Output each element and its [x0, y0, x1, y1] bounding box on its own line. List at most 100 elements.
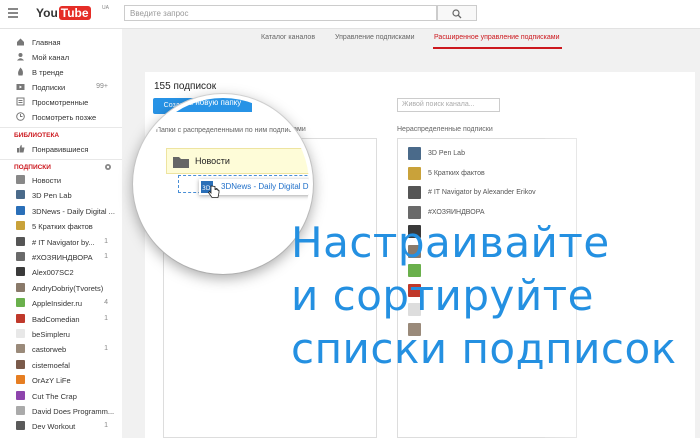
- sidebar-subscription[interactable]: David Does Programm...: [16, 406, 116, 419]
- headline-line-2: и сортируйте: [291, 271, 594, 320]
- sidebar-item-flame[interactable]: В тренде: [16, 67, 116, 80]
- tab-channel-catalog[interactable]: Каталог каналов: [261, 34, 315, 41]
- sidebar-subscription[interactable]: # IT Navigator by... 1: [16, 236, 116, 250]
- channel-avatar: [408, 186, 421, 199]
- sidebar-item-liked[interactable]: Понравившиеся: [16, 144, 116, 157]
- sidebar-item-label: Cut The Crap: [32, 391, 77, 401]
- sidebar-subscription[interactable]: 3DNews - Daily Digital ...: [16, 205, 116, 219]
- sidebar-subscription[interactable]: castorweb 1: [16, 344, 116, 357]
- sidebar-item-person[interactable]: Мой канал: [16, 52, 116, 65]
- sidebar-item-label: 3DNews - Daily Digital ...: [32, 206, 115, 216]
- tab-manage-subscriptions[interactable]: Управление подписками: [335, 34, 415, 41]
- hand-cursor-icon: [207, 185, 220, 198]
- sidebar-item-count: 99+: [96, 83, 108, 90]
- sidebar-item-home[interactable]: Главная: [16, 37, 116, 50]
- sidebar-divider: [0, 159, 122, 160]
- folder-news[interactable]: Новости: [166, 148, 309, 174]
- sidebar-subscription[interactable]: beSimpleru: [16, 329, 116, 342]
- filter-input[interactable]: Живой поиск канала...: [397, 98, 500, 112]
- channel-avatar: [16, 221, 25, 231]
- sidebar-item-count: 1: [104, 237, 108, 245]
- sidebar-item-label: 5 Кратких фактов: [32, 222, 93, 232]
- sidebar-item-label: David Does Programm...: [32, 407, 115, 416]
- channel-avatar: [16, 375, 25, 385]
- sidebar-item-label: #ХОЗЯИНДВОРА: [32, 253, 93, 262]
- sidebar-item-label: Подписки: [32, 83, 66, 92]
- sidebar-item-label: AppleInsider.ru: [32, 299, 83, 309]
- sidebar-divider: [0, 127, 122, 128]
- channel-avatar: [16, 329, 25, 338]
- sidebar-item-label: cistemoefal: [32, 360, 70, 370]
- promo-headline: Настраивайте и сортируйте списки подписо…: [291, 216, 677, 375]
- top-bar: You Tube UA Введите запрос: [0, 0, 700, 29]
- magnifier-lens: Создать новую папку Папки с распределенн…: [133, 94, 313, 274]
- subscription-tabs: Каталог каналов Управление подписками Ра…: [124, 29, 700, 49]
- sidebar-item-label: Новости: [32, 176, 62, 185]
- sidebar-item-label: Dev Workout: [32, 422, 76, 432]
- dragged-subscription-label: 3DNews - Daily Digital Digest: [221, 182, 311, 191]
- sidebar-subscription[interactable]: BadComedian 1: [16, 313, 116, 327]
- sidebar-subscription[interactable]: Alex007SC2: [16, 267, 116, 280]
- unassigned-subscription[interactable]: # IT Navigator by Alexander Erikov: [408, 186, 558, 201]
- sidebar-subscription[interactable]: AndryDobriy(Tvorets): [16, 282, 116, 296]
- person-icon: [17, 53, 24, 61]
- unassigned-subscription[interactable]: 3D Pen Lab: [408, 147, 558, 162]
- sidebar-subscription[interactable]: cistemoefal: [16, 359, 116, 373]
- sidebar-subscription[interactable]: Dev Workout 1: [16, 421, 116, 434]
- sidebar-subscription[interactable]: 5 Кратких фактов: [16, 221, 116, 234]
- sidebar-subscription[interactable]: Новости: [16, 175, 116, 188]
- headline-line-3: списки подписок: [291, 324, 677, 373]
- tab-advanced-management[interactable]: Расширенное управление подписками: [434, 34, 559, 41]
- menu-icon[interactable]: [8, 8, 18, 20]
- sidebar: Главная Мой канал В тренде Подписки 99+ Просм…: [0, 29, 122, 438]
- channel-avatar: [16, 421, 25, 431]
- sidebar-item-count: 1: [104, 253, 108, 260]
- sidebar-item-clock[interactable]: Посмотреть позже: [16, 112, 116, 125]
- channel-avatar: [16, 282, 25, 292]
- sidebar-subscription[interactable]: #ХОЗЯИНДВОРА 1: [16, 252, 116, 265]
- region-label: UA: [102, 5, 109, 11]
- search-icon: [452, 9, 462, 19]
- thumbs-up-icon: [17, 144, 25, 153]
- sidebar-subscription[interactable]: Cut The Crap: [16, 390, 116, 404]
- channel-avatar: [16, 190, 25, 200]
- channel-avatar: [16, 175, 25, 184]
- subscriptions-heading: ПОДПИСКИ: [14, 164, 51, 171]
- unassigned-subscription-label: #ХОЗЯИНДВОРА: [428, 208, 485, 216]
- unassigned-column-title: Нераспределенные подписки: [397, 126, 493, 133]
- sidebar-item-label: Главная: [32, 38, 61, 47]
- sidebar-item-label: Посмотреть позже: [32, 113, 97, 122]
- unassigned-subscription-label: # IT Navigator by Alexander Erikov: [428, 189, 536, 196]
- flame-icon: [18, 67, 23, 76]
- history-icon: [16, 97, 25, 106]
- search-input[interactable]: Введите запрос: [124, 5, 437, 21]
- sidebar-item-count: 4: [104, 299, 108, 307]
- home-icon: [17, 38, 24, 46]
- unassigned-subscription-label: 3D Pen Lab: [428, 150, 465, 157]
- sidebar-subscription[interactable]: 3D Pen Lab: [16, 190, 116, 203]
- channel-avatar: [16, 390, 25, 400]
- folder-label: Новости: [195, 156, 230, 166]
- channel-avatar: [408, 166, 421, 180]
- sidebar-item-count: 1: [104, 345, 108, 353]
- channel-avatar: [16, 359, 25, 369]
- sidebar-item-label: 3D Pen Lab: [32, 191, 72, 201]
- sidebar-item-history[interactable]: Просмотренные: [16, 97, 116, 110]
- search-button[interactable]: [437, 5, 477, 21]
- youtube-logo[interactable]: You Tube UA: [36, 5, 109, 20]
- sidebar-item-label: OrAzY LiFe: [32, 376, 71, 386]
- sidebar-subscription[interactable]: AppleInsider.ru 4: [16, 298, 116, 311]
- sidebar-subscription[interactable]: OrAzY LiFe: [16, 375, 116, 388]
- sidebar-item-label: Понравившиеся: [32, 145, 89, 154]
- subscription-count: 155 подписок: [154, 81, 217, 92]
- sidebar-item-subscriptions[interactable]: Подписки 99+: [16, 82, 116, 95]
- subscriptions-icon: [16, 84, 25, 90]
- sidebar-item-count: 1: [104, 422, 108, 430]
- channel-avatar: [16, 267, 25, 277]
- sidebar-item-count: 1: [104, 314, 108, 322]
- gear-icon[interactable]: [104, 163, 112, 171]
- folder-icon: [173, 157, 189, 168]
- unassigned-subscription[interactable]: 5 Кратких фактов: [408, 166, 558, 182]
- clock-icon: [16, 112, 25, 121]
- channel-avatar: [408, 147, 421, 160]
